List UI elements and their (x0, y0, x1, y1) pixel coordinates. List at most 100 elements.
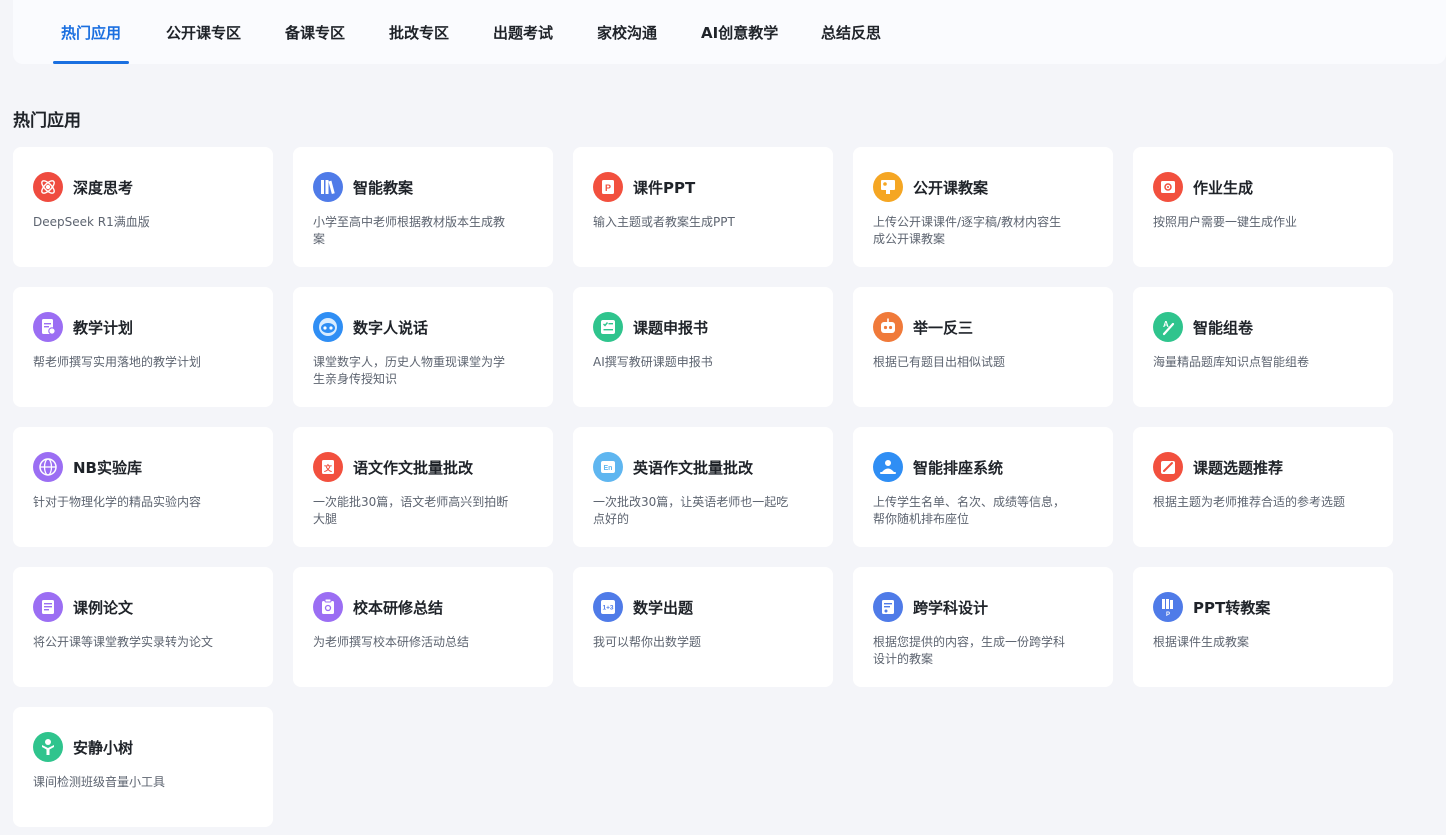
app-card-title: 安静小树 (73, 739, 134, 757)
app-card-title: 智能教案 (353, 179, 414, 197)
app-card-description: 输入主题或者教案生成PPT (593, 215, 735, 229)
app-card[interactable]: 作业生成按照用户需要一键生成作业 (1133, 147, 1393, 267)
app-card[interactable]: 智能排座系统上传学生名单、名次、成绩等信息，帮你随机排布座位 (853, 427, 1113, 547)
app-card-description: 根据主题为老师推荐合适的参考选题 (1153, 495, 1346, 509)
globe-icon (33, 452, 63, 482)
app-card[interactable]: En 英语作文批量批改一次批改30篇，让英语老师也一起吃点好的 (573, 427, 833, 547)
app-card-title: 课件PPT (633, 179, 696, 197)
app-card[interactable]: 数字人说话课堂数字人，历史人物重现课堂为学生亲身传授知识 (293, 287, 553, 407)
app-card[interactable]: 举一反三根据已有题目出相似试题 (853, 287, 1113, 407)
app-card-title: PPT转教案 (1193, 599, 1271, 617)
tab-reflection[interactable]: 总结反思 (821, 0, 881, 64)
svg-text:En: En (604, 465, 613, 472)
app-card-description: 为老师撰写校本研修活动总结 (313, 635, 470, 649)
app-card-description: 针对于物理化学的精品实验内容 (33, 495, 202, 509)
paper-pen-icon: A (1153, 312, 1183, 342)
edit-icon (1153, 452, 1183, 482)
tab-lesson-prep[interactable]: 备课专区 (285, 0, 345, 64)
app-card-description: 按照用户需要一键生成作业 (1153, 215, 1298, 229)
svg-text:P: P (1166, 612, 1170, 618)
tab-exam[interactable]: 出题考试 (493, 0, 553, 64)
app-card-description: DeepSeek R1满血版 (33, 215, 150, 229)
app-card-description: 根据您提供的内容，生成一份跨学科设计的教案 (873, 635, 1066, 666)
svg-text:A: A (1163, 320, 1169, 329)
form-check-icon (593, 312, 623, 342)
tab-open-class[interactable]: 公开课专区 (166, 0, 241, 64)
app-card-title: 课题选题推荐 (1193, 459, 1284, 477)
tab-grading[interactable]: 批改专区 (389, 0, 449, 64)
app-card[interactable]: 1+3 数学出题我可以帮你出数学题 (573, 567, 833, 687)
books-icon (313, 172, 343, 202)
app-card-title: 跨学科设计 (913, 599, 989, 617)
app-card[interactable]: NB实验库针对于物理化学的精品实验内容 (13, 427, 273, 547)
app-card[interactable]: 安静小树课间检测班级音量小工具 (13, 707, 273, 827)
app-card-description: 小学至高中老师根据教材版本生成教案 (313, 215, 506, 246)
app-card-title: 教学计划 (73, 319, 134, 337)
app-card-description: AI撰写教研课题申报书 (593, 355, 713, 369)
doc-icon (33, 592, 63, 622)
app-card[interactable]: 文 语文作文批量批改一次能批30篇，语文老师高兴到拍断大腿 (293, 427, 553, 547)
atom-icon (33, 172, 63, 202)
app-card[interactable]: 公开课教案上传公开课课件/逐字稿/教材内容生成公开课教案 (853, 147, 1113, 267)
svg-text:1+3: 1+3 (602, 605, 613, 612)
app-card-title: 课题申报书 (633, 319, 709, 337)
app-card-description: 一次批改30篇，让英语老师也一起吃点好的 (593, 495, 789, 526)
tab-home-school[interactable]: 家校沟通 (597, 0, 657, 64)
section-title: 热门应用 (13, 111, 81, 131)
chinese-essay-icon: 文 (313, 452, 343, 482)
app-card-title: 举一反三 (913, 319, 974, 337)
app-card[interactable]: 校本研修总结为老师撰写校本研修活动总结 (293, 567, 553, 687)
app-card-description: 海量精品题库知识点智能组卷 (1153, 355, 1310, 369)
app-card-title: 深度思考 (73, 179, 134, 197)
app-card-description: 上传学生名单、名次、成绩等信息，帮你随机排布座位 (873, 495, 1066, 526)
app-card[interactable]: 智能教案小学至高中老师根据教材版本生成教案 (293, 147, 553, 267)
svg-text:P: P (605, 183, 611, 193)
seat-icon (873, 452, 903, 482)
tab-ai-creative[interactable]: AI创意教学 (701, 0, 778, 64)
app-card-title: 校本研修总结 (353, 599, 444, 617)
app-card-title: NB实验库 (73, 459, 142, 477)
app-card[interactable]: 教学计划帮老师撰写实用落地的教学计划 (13, 287, 273, 407)
app-card[interactable]: 跨学科设计根据您提供的内容，生成一份跨学科设计的教案 (853, 567, 1113, 687)
app-card-title: 英语作文批量批改 (633, 459, 754, 477)
design-icon (873, 592, 903, 622)
app-card[interactable]: P 课件PPT 输入主题或者教案生成PPT (573, 147, 833, 267)
app-card-title: 智能组卷 (1193, 319, 1254, 337)
app-card-description: 一次能批30篇，语文老师高兴到拍断大腿 (313, 495, 509, 526)
math-icon: 1+3 (593, 592, 623, 622)
app-card-title: 课例论文 (73, 599, 134, 617)
app-card[interactable]: 深度思考 DeepSeek R1满血版 (13, 147, 273, 267)
app-card-description: 将公开课等课堂教学实录转为论文 (33, 635, 214, 649)
app-card-description: 我可以帮你出数学题 (593, 635, 702, 649)
app-card-description: 根据已有题目出相似试题 (873, 355, 1006, 369)
app-card[interactable]: A 智能组卷海量精品题库知识点智能组卷 (1133, 287, 1393, 407)
robot-icon (873, 312, 903, 342)
app-card-title: 公开课教案 (913, 179, 989, 197)
app-card-title: 数学出题 (633, 599, 694, 617)
app-card-description: 根据课件生成教案 (1153, 635, 1250, 649)
english-essay-icon: En (593, 452, 623, 482)
app-card-title: 智能排座系统 (913, 459, 1004, 477)
ppt-convert-icon: P (1153, 592, 1183, 622)
app-card-description: 帮老师撰写实用落地的教学计划 (33, 355, 202, 369)
svg-text:文: 文 (324, 463, 333, 473)
app-card[interactable]: 课例论文将公开课等课堂教学实录转为论文 (13, 567, 273, 687)
app-card-description: 上传公开课课件/逐字稿/教材内容生成公开课教案 (873, 215, 1062, 246)
app-card-description: 课间检测班级音量小工具 (33, 775, 166, 789)
app-card-title: 作业生成 (1193, 179, 1254, 197)
plan-icon (33, 312, 63, 342)
app-card[interactable]: 课题选题推荐根据主题为老师推荐合适的参考选题 (1133, 427, 1393, 547)
app-card[interactable]: 课题申报书 AI撰写教研课题申报书 (573, 287, 833, 407)
app-card-title: 语文作文批量批改 (353, 459, 474, 477)
tab-hot-apps[interactable]: 热门应用 (52, 0, 130, 64)
app-card[interactable]: P PPT转教案根据课件生成教案 (1133, 567, 1393, 687)
clipboard-icon (313, 592, 343, 622)
ppt-icon: P (593, 172, 623, 202)
homework-icon (1153, 172, 1183, 202)
app-card-description: 课堂数字人，历史人物重现课堂为学生亲身传授知识 (313, 355, 506, 386)
lecture-icon (873, 172, 903, 202)
robot-face-icon (313, 312, 343, 342)
app-card-title: 数字人说话 (353, 319, 429, 337)
tree-icon (33, 732, 63, 762)
top-navigation: 热门应用 公开课专区 备课专区 批改专区 出题考试 家校沟通 AI创意教学 总结… (13, 0, 1446, 64)
